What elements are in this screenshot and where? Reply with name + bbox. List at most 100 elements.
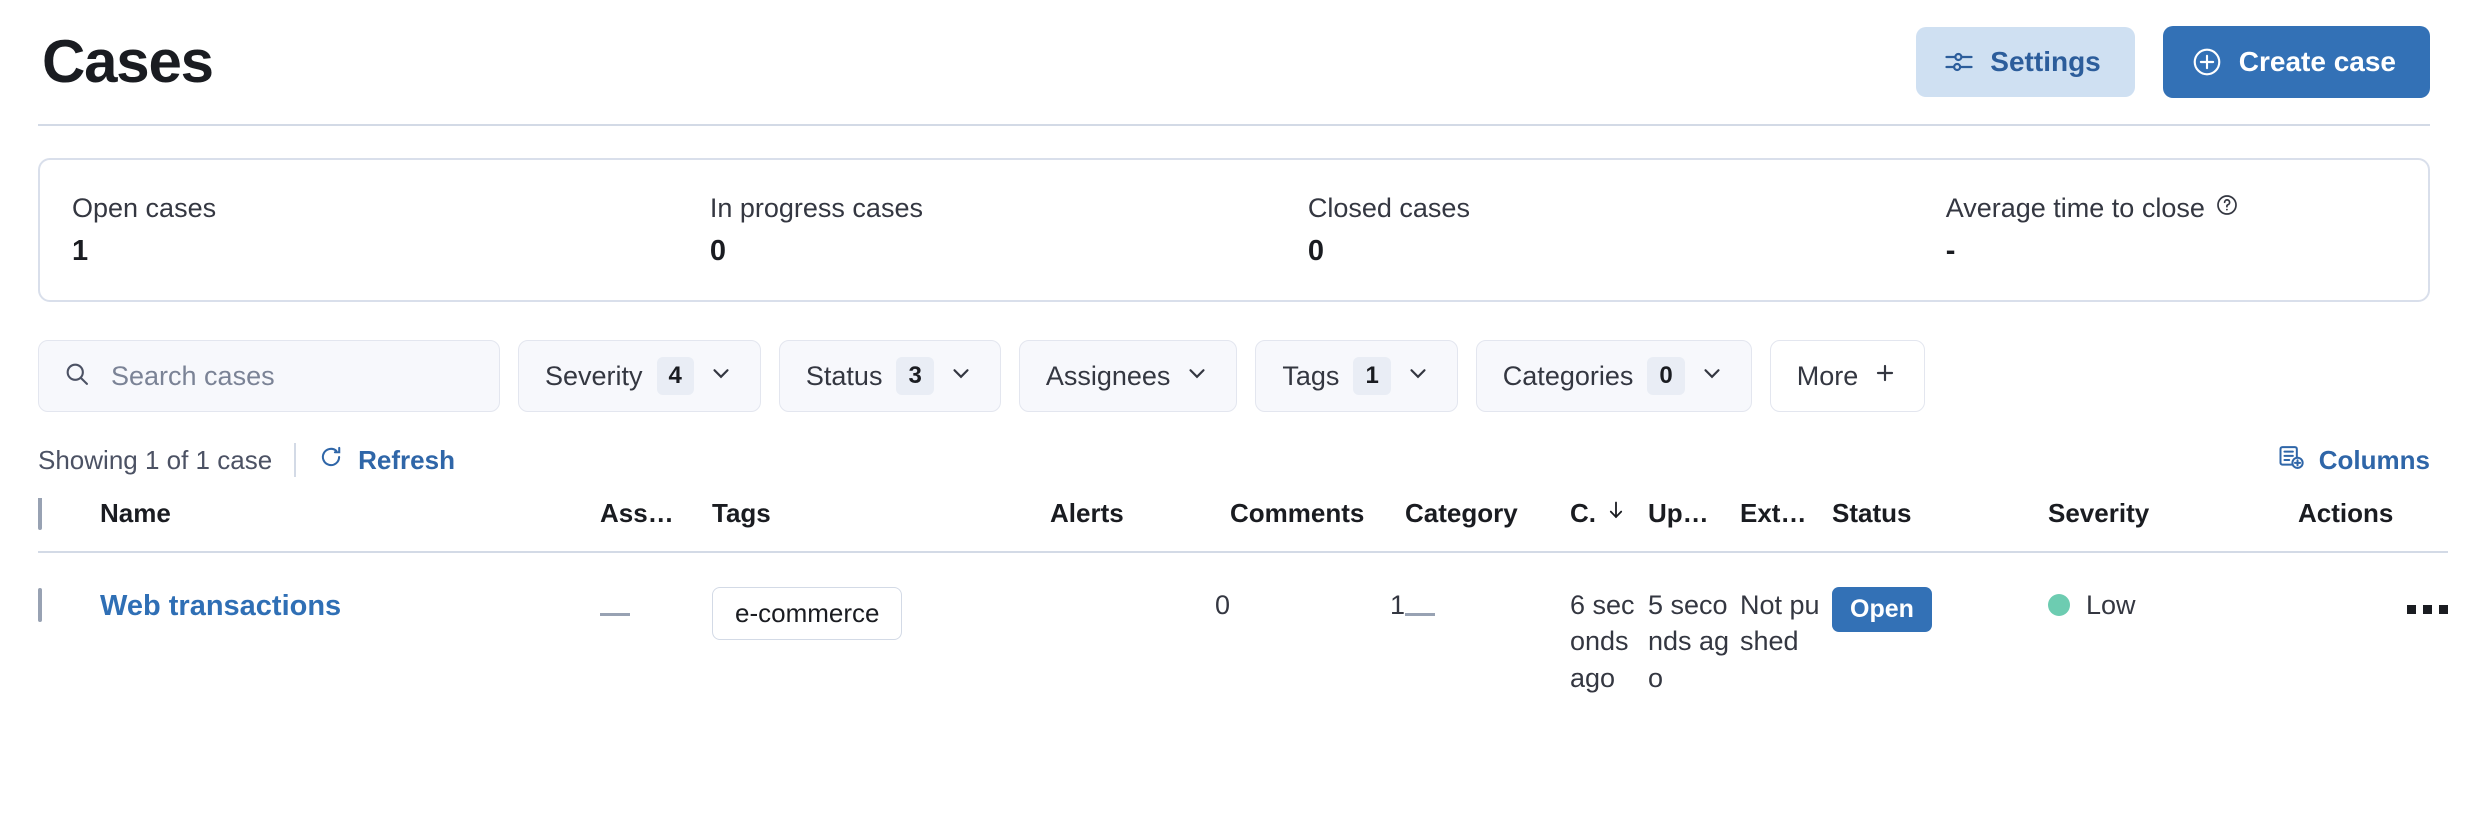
row-select-cell [38,552,100,716]
table-head: Name Ass… Tags Alerts Comments Category … [38,498,2448,552]
page-header: Cases Settings [38,0,2430,126]
filter-more[interactable]: More [1770,340,1926,412]
stat-in-progress-cases: In progress cases 0 [678,192,1276,268]
col-alerts[interactable]: Alerts [1050,498,1230,552]
chevron-down-icon [948,360,974,393]
case-name-link[interactable]: Web transactions [100,590,341,622]
col-status[interactable]: Status [1832,498,2048,552]
cell-created: 6 seconds ago [1570,552,1648,716]
col-select-all [38,498,100,552]
stat-label: Average time to close [1946,192,2205,224]
empty-dash [600,613,630,616]
cell-severity: Low [2048,552,2298,716]
create-case-button-label: Create case [2239,48,2396,76]
cases-page: Cases Settings [0,0,2468,838]
cell-updated: 5 seconds ago [1648,552,1740,716]
filter-status[interactable]: Status 3 [779,340,1001,412]
chevron-down-icon [708,360,734,393]
col-external[interactable]: Ext… [1740,498,1832,552]
refresh-icon [318,444,344,477]
dot [2423,605,2432,614]
columns-add-icon [2277,443,2305,478]
search-box[interactable] [38,340,500,412]
row-checkbox[interactable] [38,588,42,622]
stats-panel: Open cases 1 In progress cases 0 Closed … [38,158,2430,302]
filter-severity[interactable]: Severity 4 [518,340,761,412]
stat-closed-cases: Closed cases 0 [1276,192,1914,268]
chevron-down-icon [1184,360,1210,393]
dot [2407,605,2416,614]
plus-icon [1872,360,1898,393]
col-created-sort[interactable]: C. [1570,498,1628,529]
filter-label: More [1797,361,1859,392]
filter-count: 4 [657,357,694,395]
refresh-button[interactable]: Refresh [318,444,455,477]
filter-count: 3 [896,357,933,395]
search-icon [63,360,91,393]
col-actions: Actions [2298,498,2448,552]
ellipsis-icon[interactable] [2407,599,2448,614]
table-row[interactable]: Web transactions e-commerce 0 1 6 second… [38,552,2448,716]
stat-value: 0 [1308,236,1914,268]
status-badge[interactable]: Open [1832,587,1932,632]
question-circle-icon[interactable] [2215,192,2239,224]
stat-label: Closed cases [1308,192,1914,224]
cell-actions [2298,552,2448,716]
columns-button[interactable]: Columns [2277,443,2430,478]
sliders-icon [1944,47,1974,77]
col-category[interactable]: Category [1405,498,1570,552]
col-updated[interactable]: Up… [1648,498,1740,552]
cell-status: Open [1832,552,2048,716]
settings-button-label: Settings [1990,48,2100,76]
arrow-down-icon [1604,498,1628,529]
cell-comments: 1 [1230,552,1405,716]
cell-tags: e-commerce [712,552,1050,716]
col-severity[interactable]: Severity [2048,498,2298,552]
chevron-down-icon [1699,360,1725,393]
showing-count: Showing 1 of 1 case [38,445,272,476]
stat-value: 0 [710,236,1276,268]
cell-assignee [600,552,712,716]
dot [2439,605,2448,614]
page-title: Cases [38,32,213,92]
filter-label: Assignees [1046,361,1171,392]
filter-tags[interactable]: Tags 1 [1255,340,1457,412]
stat-value: 1 [72,236,678,268]
filter-categories[interactable]: Categories 0 [1476,340,1752,412]
stat-average-time-to-close: Average time to close - [1914,192,2428,268]
divider [294,443,296,477]
col-assignee[interactable]: Ass… [600,498,712,552]
header-actions: Settings Create case [1916,26,2430,98]
select-all-checkbox[interactable] [38,498,42,530]
col-tags[interactable]: Tags [712,498,1050,552]
refresh-label: Refresh [358,445,455,476]
stat-label: In progress cases [710,192,1276,224]
stat-label-wrap: Average time to close [1946,192,2428,224]
create-case-button[interactable]: Create case [2163,26,2430,98]
table-meta: Showing 1 of 1 case Refresh [38,438,2430,482]
filter-assignees[interactable]: Assignees [1019,340,1238,412]
col-comments[interactable]: Comments [1230,498,1405,552]
table-meta-left: Showing 1 of 1 case Refresh [38,443,455,477]
cell-name: Web transactions [100,552,600,716]
stat-open-cases: Open cases 1 [40,192,678,268]
cell-alerts: 0 [1050,552,1230,716]
stat-value: - [1946,236,2428,268]
col-created[interactable]: C. [1570,498,1648,552]
chevron-down-icon [1405,360,1431,393]
col-name[interactable]: Name [100,498,600,552]
cell-category [1405,552,1570,716]
cell-external: Not pushed [1740,552,1832,716]
cases-table: Name Ass… Tags Alerts Comments Category … [38,498,2448,716]
tag-pill[interactable]: e-commerce [712,587,902,640]
filter-label: Tags [1282,361,1339,392]
filter-label: Categories [1503,361,1634,392]
settings-button[interactable]: Settings [1916,27,2134,97]
columns-label: Columns [2319,445,2430,476]
severity-wrap: Low [2048,587,2298,623]
search-input[interactable] [109,360,475,393]
empty-dash [1405,613,1435,616]
stat-label: Open cases [72,192,678,224]
plus-circle-icon [2191,46,2223,78]
filter-label: Status [806,361,883,392]
